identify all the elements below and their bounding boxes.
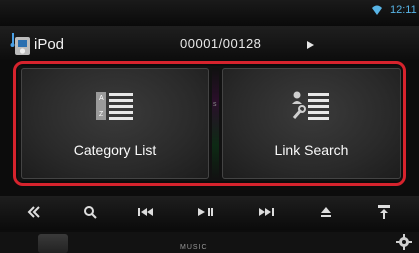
status-bar	[0, 0, 419, 26]
highlight-frame	[13, 61, 406, 186]
source-label[interactable]: iPod	[34, 36, 64, 53]
wifi-icon	[372, 5, 382, 15]
next-track-icon[interactable]	[246, 198, 286, 226]
double-chevron-left-icon[interactable]	[14, 198, 54, 226]
ipod-music-icon	[10, 33, 30, 55]
tilt-icon[interactable]	[364, 198, 404, 226]
clock: 12:11	[390, 4, 417, 16]
play-triangle-icon	[307, 41, 314, 49]
eject-icon[interactable]	[306, 198, 346, 226]
gear-icon[interactable]	[396, 234, 412, 250]
play-pause-icon[interactable]	[186, 198, 226, 226]
previous-track-icon[interactable]	[126, 198, 166, 226]
track-counter: 00001/00128	[180, 36, 262, 51]
video-search-icon[interactable]	[38, 234, 68, 253]
search-icon[interactable]	[70, 198, 110, 226]
mode-text: MUSIC	[180, 244, 208, 251]
